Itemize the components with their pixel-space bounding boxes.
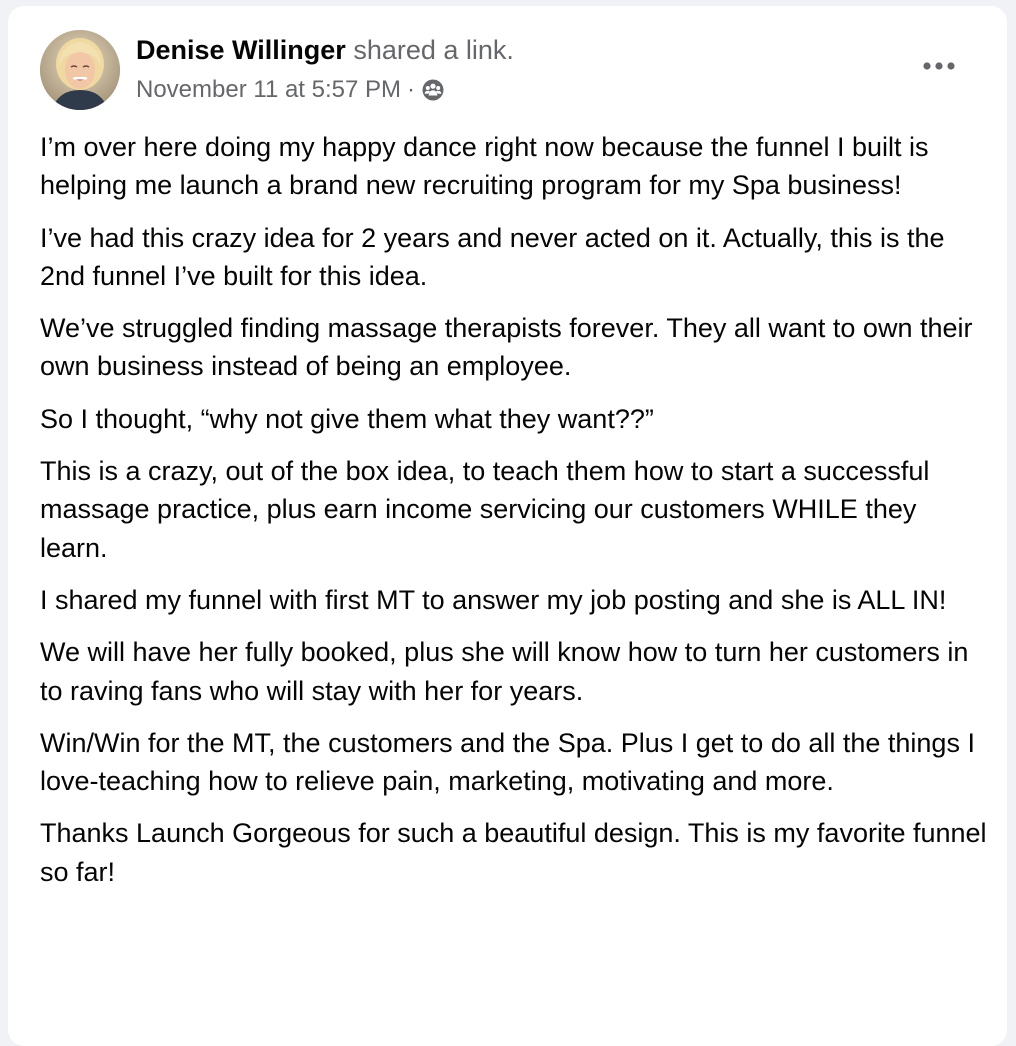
post-paragraph: Thanks Launch Gorgeous for such a beauti…	[40, 818, 987, 887]
post-paragraph: I’m over here doing my happy dance right…	[40, 132, 929, 201]
post-meta: November 11 at 5:57 PM ·	[136, 74, 445, 106]
more-options-button[interactable]	[912, 48, 966, 84]
avatar[interactable]	[40, 30, 120, 110]
author-name[interactable]: Denise Willinger	[136, 35, 346, 65]
post-paragraph: We will have her fully booked, plus she …	[40, 637, 969, 706]
post-paragraph: I’ve had this crazy idea for 2 years and…	[40, 222, 945, 291]
post-paragraph: Win/Win for the MT, the customers and th…	[40, 727, 975, 797]
post-paragraph: I shared my funnel with first MT to answ…	[40, 584, 947, 615]
meta-separator: ·	[407, 76, 416, 103]
post-action-text: shared a link.	[353, 35, 514, 65]
post-paragraph: We’ve struggled finding massage therapis…	[40, 313, 973, 382]
friends-icon[interactable]	[421, 78, 445, 102]
post-paragraph: So I thought, “why not give them what th…	[40, 403, 654, 434]
post-header-title: Denise Willinger shared a link.	[136, 32, 514, 68]
post-card: Denise Willinger shared a link. November…	[8, 6, 1007, 1046]
post-paragraph: This is a crazy, out of the box idea, to…	[40, 456, 930, 563]
post-timestamp[interactable]: November 11 at 5:57 PM	[136, 74, 401, 106]
more-dots-icon	[923, 62, 955, 70]
avatar-photo	[40, 30, 120, 110]
post-text: I’m over here doing my happy dance right…	[40, 128, 990, 905]
